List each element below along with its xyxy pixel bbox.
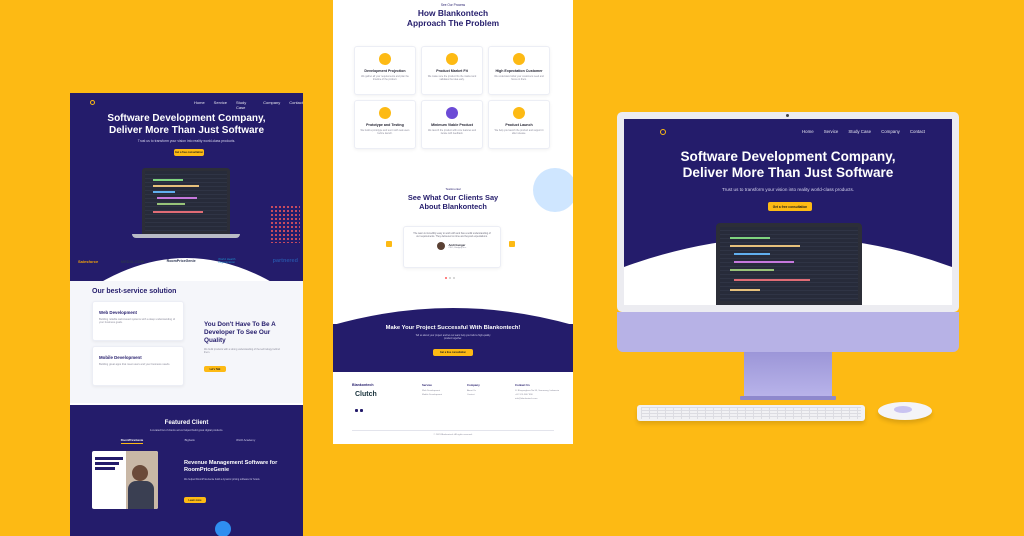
decor-dots xyxy=(270,205,300,243)
nav-service[interactable]: Service xyxy=(214,100,227,110)
process-card-4: Prototype and Testing We build a prototy… xyxy=(354,100,416,149)
monitor-nav-company[interactable]: Company xyxy=(881,129,900,134)
process-card-6: Product Launch We help you launch the pr… xyxy=(488,100,550,149)
process-card-5: Minimum Viable Product We launch the pro… xyxy=(421,100,483,149)
testimonial-next-arrow[interactable] xyxy=(509,241,515,247)
service-card-web-title: Web Development xyxy=(99,310,137,315)
cta-section xyxy=(333,324,573,372)
process-card-2: Product Market Fit We make sure the prod… xyxy=(421,46,483,95)
logo-roompricegenie: RoomPriceGenie xyxy=(166,259,196,264)
service-card-mobile-title: Mobile Development xyxy=(99,355,142,360)
tab-bigbank[interactable]: Bigbank xyxy=(185,438,195,444)
testimonial-quote: The team is incredibly easy to work with… xyxy=(413,232,491,239)
customer-icon xyxy=(513,53,525,65)
cta-curve xyxy=(333,308,573,325)
carousel-dots[interactable] xyxy=(445,277,455,279)
monitor-screen: Home Service Study Case Company Contact … xyxy=(624,119,952,305)
logo-salesforce: Salesforce xyxy=(78,258,99,264)
monitor: Home Service Study Case Company Contact … xyxy=(617,112,959,312)
monitor-hero-button[interactable]: Get a free consultation xyxy=(768,202,812,211)
quality-title: You Don't Have To Be A Developer To See … xyxy=(204,321,276,344)
service-heading: Our best-service solution xyxy=(92,288,177,295)
footer-social-icons[interactable] xyxy=(355,409,363,412)
footer-clutch: Clutch xyxy=(355,391,377,398)
monitor-hero-title: Software Development Company, Deliver Mo… xyxy=(680,149,896,180)
projection-icon xyxy=(379,53,391,65)
case-title: Revenue Management Software for RoomPric… xyxy=(184,460,278,473)
monitor-nav-home[interactable]: Home xyxy=(802,129,814,134)
logo-icon[interactable] xyxy=(90,100,95,105)
monitor-chin xyxy=(617,312,959,352)
monitor-logo-icon[interactable] xyxy=(660,129,666,135)
testimonial-card: The team is incredibly easy to work with… xyxy=(403,226,501,268)
left-hero-title: Software Development Company, Deliver Mo… xyxy=(107,113,266,136)
left-hero-subtitle: Trust us to transform your vision into r… xyxy=(137,139,236,143)
footer-col-service: Service Web Development Mobile Developme… xyxy=(422,383,442,396)
cta-text: Tell us about your project and let our t… xyxy=(415,334,491,341)
quality-text: We build products with a strong understa… xyxy=(204,348,280,355)
monitor-nav: Home Service Study Case Company Contact xyxy=(802,129,925,134)
logo-who: World Health Organization xyxy=(218,257,236,265)
cta-button[interactable]: Get a free consultation xyxy=(433,349,473,356)
featured-title: Featured Client xyxy=(164,420,209,426)
featured-subtitle: A curated list of clients we've helped b… xyxy=(149,429,224,432)
avatar xyxy=(437,242,446,251)
client-logos: Salesforce MEDIA.COM RoomPriceGenie Worl… xyxy=(78,257,298,265)
logo-partnered: partnered xyxy=(272,258,298,265)
middle-page-mockup: See Our Process How Blankontech Approach… xyxy=(333,0,573,444)
monitor-stand xyxy=(744,352,832,398)
process-label: See Our Process xyxy=(440,3,466,7)
process-card-1: Development Projection We gather all you… xyxy=(354,46,416,95)
left-page-mockup: Home Service Study Case Company Contact … xyxy=(70,93,303,536)
prototype-icon xyxy=(379,107,391,119)
monitor-nav-contact[interactable]: Contact xyxy=(910,129,925,134)
testimonial-role: CEO, Bridgefy Inc. xyxy=(448,247,467,250)
service-card-mobile-text: Building great apps that meet users and … xyxy=(99,363,171,366)
process-title: How Blankontech Approach The Problem xyxy=(406,8,500,28)
monitor-nav-study-case[interactable]: Study Case xyxy=(848,129,871,134)
left-nav: Home Service Study Case Company Contact xyxy=(194,100,303,110)
process-card-3: High Expectation Customer We understand … xyxy=(488,46,550,95)
case-image xyxy=(92,451,158,509)
footer-col-contact: Contact Us Jl. Bhayangkara No.55, Semara… xyxy=(515,383,560,400)
logo-media: MEDIA.COM xyxy=(120,258,145,264)
laptop-image xyxy=(142,168,230,234)
monitor-hero-subtitle: Trust us to transform your vision into r… xyxy=(721,187,855,192)
tab-who-academy[interactable]: WHO Academy xyxy=(236,438,255,444)
monitor-laptop-image xyxy=(716,223,862,305)
monitor-camera xyxy=(786,114,789,117)
service-card-web-text: Building reliable web-based systems with… xyxy=(99,318,175,325)
testimonial-prev-arrow[interactable] xyxy=(386,241,392,247)
laptop-base xyxy=(132,234,240,238)
nav-study-case[interactable]: Study Case xyxy=(236,100,254,110)
cta-title: Make Your Project Successful With Blanko… xyxy=(385,325,521,331)
linkedin-icon xyxy=(360,409,363,412)
nav-home[interactable]: Home xyxy=(194,100,205,110)
keyboard xyxy=(637,405,865,421)
nav-company[interactable]: Company xyxy=(263,100,280,110)
tab-roompricegenie[interactable]: RoomPriceGenie xyxy=(120,438,144,444)
nav-contact[interactable]: Contact xyxy=(289,100,303,110)
case-button[interactable]: Learn more xyxy=(184,497,206,503)
featured-tabs: RoomPriceGenie Bigbank WHO Academy xyxy=(100,438,276,444)
case-text: We helped RoomPriceGenie build a dynamic… xyxy=(184,478,261,481)
decor-circle-blue xyxy=(215,521,231,536)
testimonial-label: Testimonial xyxy=(445,187,461,191)
testimonial-title: See What Our Clients Say About Blankonte… xyxy=(407,193,499,211)
service-card-web[interactable]: Web Development Building reliable web-ba… xyxy=(92,301,184,341)
footer-divider xyxy=(352,430,554,431)
mvp-icon xyxy=(446,107,458,119)
market-fit-icon xyxy=(446,53,458,65)
facebook-icon xyxy=(355,409,358,412)
left-hero-button[interactable]: Get a free consultation xyxy=(174,149,204,156)
service-card-mobile[interactable]: Mobile Development Building great apps t… xyxy=(92,346,184,386)
footer-brand: Blankontech xyxy=(352,383,374,387)
quality-button[interactable]: Let's Talk xyxy=(204,366,226,372)
footer-col-company: Company About Us Contact xyxy=(467,383,480,396)
mouse xyxy=(878,402,932,420)
monitor-stand-foot xyxy=(740,396,836,400)
copyright: © 2023 Blankontech. All rights reserved. xyxy=(433,434,473,436)
monitor-nav-service[interactable]: Service xyxy=(824,129,839,134)
rocket-icon xyxy=(513,107,525,119)
